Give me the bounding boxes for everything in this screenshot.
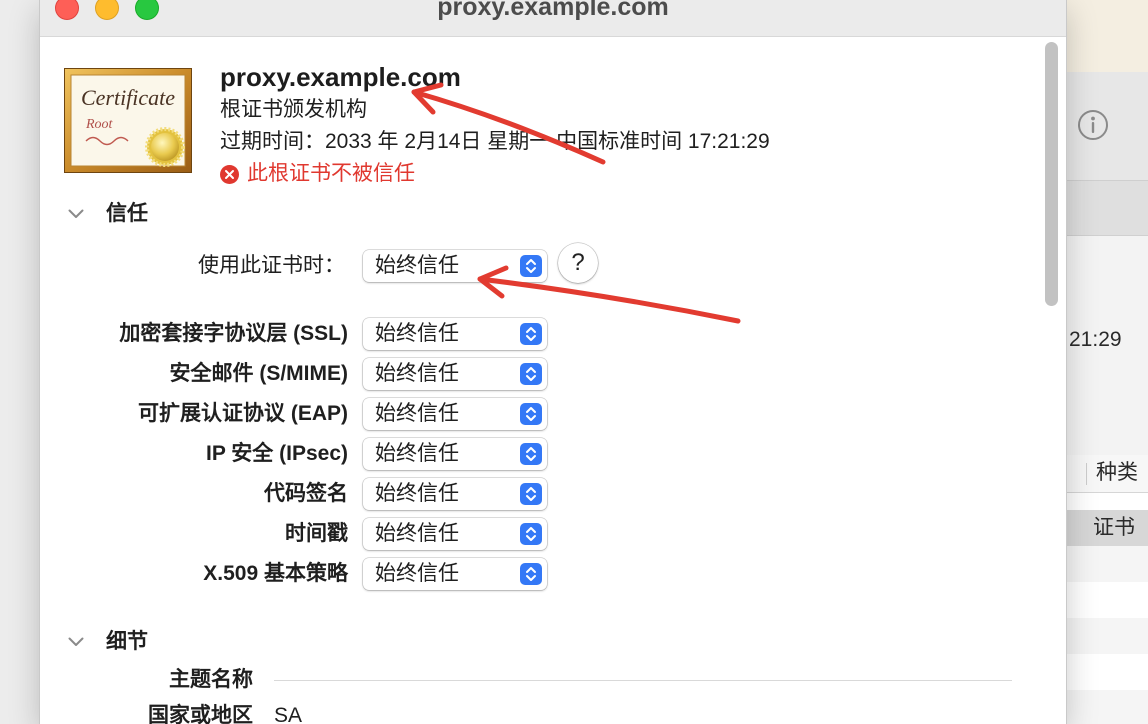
- policy-label-x509: X.509 基本策略: [203, 562, 348, 585]
- when-using-label: 使用此证书时：: [198, 254, 345, 277]
- policy-popup-smime[interactable]: 始终信任: [363, 358, 547, 390]
- chevron-down-icon[interactable]: [68, 637, 84, 647]
- chevron-down-icon[interactable]: [68, 209, 84, 219]
- up-down-stepper-icon: [520, 255, 542, 277]
- table-row[interactable]: [1066, 654, 1148, 690]
- certificate-expiry: 过期时间：2033 年 2月14日 星期一 中国标准时间 17:21:29: [220, 130, 770, 153]
- certificate-window: proxy.example.com Certificate Root proxy…: [40, 0, 1066, 724]
- country-label: 国家或地区: [148, 704, 253, 724]
- behind-window-toolbar: [1066, 72, 1148, 181]
- trust-section-title: 信任: [106, 202, 148, 225]
- subject-name-heading: 主题名称: [169, 668, 253, 691]
- info-icon[interactable]: [1077, 109, 1109, 141]
- policy-label-eap: 可扩展认证协议 (EAP): [138, 402, 348, 425]
- popup-value: 始终信任: [375, 522, 459, 545]
- vertical-scrollbar-thumb[interactable]: [1045, 42, 1058, 306]
- policy-label-ipsec: IP 安全 (IPsec): [206, 442, 348, 465]
- list-spacer: [1066, 493, 1148, 510]
- subject-divider: [274, 680, 1012, 681]
- selected-table-row[interactable]: 证书: [1066, 510, 1148, 546]
- column-header-kind[interactable]: 种类: [1066, 455, 1148, 493]
- policy-label-smime: 安全邮件 (S/MIME): [169, 362, 349, 385]
- column-separator[interactable]: [1086, 463, 1087, 485]
- details-section-header[interactable]: 细节: [60, 628, 200, 656]
- keychain-main-window: 21:29 种类 证书: [1066, 0, 1148, 724]
- certificate-root-icon: Certificate Root: [64, 68, 192, 173]
- title-bar[interactable]: proxy.example.com: [40, 0, 1066, 37]
- table-row[interactable]: [1066, 690, 1148, 724]
- policy-popup-code-signing[interactable]: 始终信任: [363, 478, 547, 510]
- popup-value: 始终信任: [375, 254, 459, 277]
- popup-value: 始终信任: [375, 402, 459, 425]
- details-section-title: 细节: [106, 630, 148, 653]
- popup-value: 始终信任: [375, 362, 459, 385]
- window-title: proxy.example.com: [437, 0, 669, 21]
- behind-window-band: [1066, 181, 1148, 236]
- up-down-stepper-icon: [520, 403, 542, 425]
- policy-popup-ssl[interactable]: 始终信任: [363, 318, 547, 350]
- table-row[interactable]: [1066, 618, 1148, 654]
- popup-value: 始终信任: [375, 442, 459, 465]
- up-down-stepper-icon: [520, 563, 542, 585]
- up-down-stepper-icon: [520, 443, 542, 465]
- certificate-name: proxy.example.com: [220, 62, 461, 92]
- row-kind-cell: 证书: [1093, 516, 1135, 539]
- up-down-stepper-icon: [520, 363, 542, 385]
- policy-label-ssl: 加密套接字协议层 (SSL): [119, 322, 348, 345]
- behind-window-time: 21:29: [1069, 328, 1122, 351]
- policy-popup-x509[interactable]: 始终信任: [363, 558, 547, 590]
- when-using-popup[interactable]: 始终信任: [363, 250, 547, 282]
- policy-label-timestamp: 时间戳: [285, 522, 348, 545]
- popup-value: 始终信任: [375, 482, 459, 505]
- up-down-stepper-icon: [520, 323, 542, 345]
- error-circle-icon: [220, 165, 239, 184]
- policy-popup-timestamp[interactable]: 始终信任: [363, 518, 547, 550]
- trust-status: 此根证书不被信任: [220, 161, 480, 187]
- up-down-stepper-icon: [520, 523, 542, 545]
- help-button[interactable]: ?: [558, 243, 598, 283]
- country-value: SA: [274, 704, 303, 724]
- column-header-label: 种类: [1096, 461, 1138, 484]
- policy-popup-ipsec[interactable]: 始终信任: [363, 438, 547, 470]
- policy-popup-eap[interactable]: 始终信任: [363, 398, 547, 430]
- trust-section-header[interactable]: 信任: [60, 200, 200, 228]
- popup-value: 始终信任: [375, 322, 459, 345]
- policy-label-code-signing: 代码签名: [264, 482, 348, 505]
- certificate-kind: 根证书颁发机构: [220, 98, 367, 121]
- table-row[interactable]: [1066, 546, 1148, 582]
- trust-status-text: 此根证书不被信任: [247, 162, 415, 185]
- table-row[interactable]: [1066, 582, 1148, 618]
- up-down-stepper-icon: [520, 483, 542, 505]
- popup-value: 始终信任: [375, 562, 459, 585]
- certificate-icon-title: Certificate: [81, 85, 175, 110]
- behind-window-top: [1066, 0, 1148, 72]
- certificate-icon-subtitle: Root: [85, 117, 114, 132]
